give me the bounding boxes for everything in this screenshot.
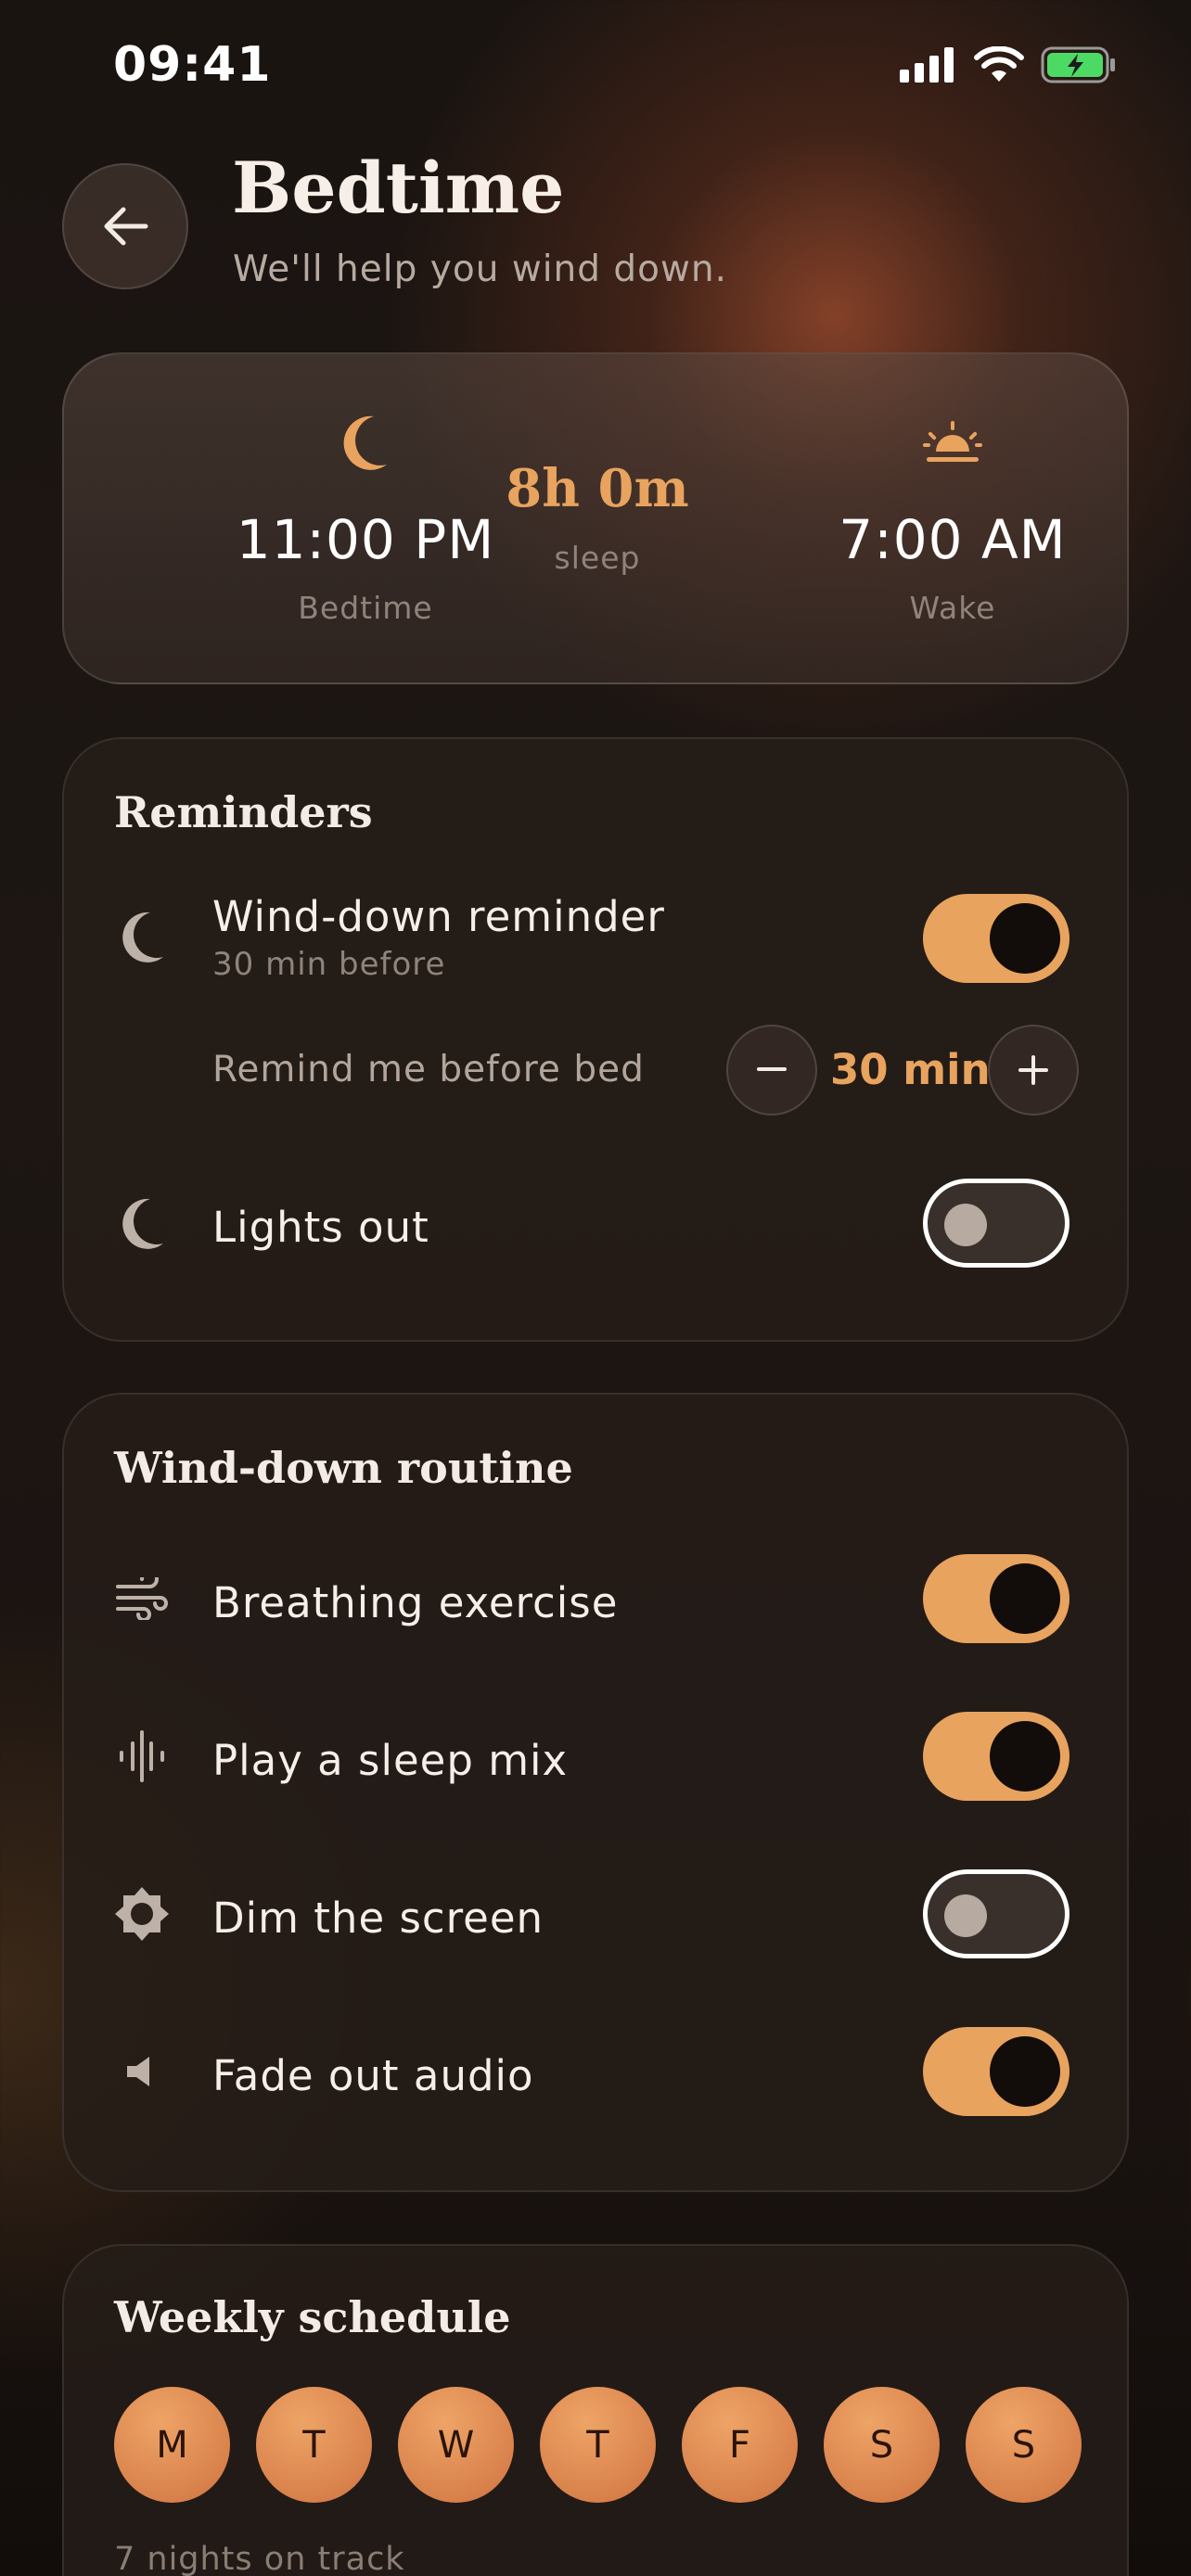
breathing-exercise-toggle[interactable]	[923, 1554, 1069, 1643]
weekly-schedule-card: Weekly schedule M T W T F S S 7 nights o…	[62, 2244, 1129, 2576]
toggle-knob	[990, 903, 1060, 974]
cellular-signal-icon	[900, 47, 954, 83]
toggle-knob	[944, 1894, 987, 1937]
moon-icon	[343, 415, 387, 470]
status-bar: 09:41	[0, 0, 1191, 130]
routine-item-dim-screen: Dim the screen	[64, 1868, 1131, 1960]
day-monday[interactable]: M	[114, 2387, 230, 2503]
back-button[interactable]	[62, 163, 188, 289]
fade-audio-toggle[interactable]	[923, 2027, 1069, 2116]
lights-out-row: Lights out	[64, 1177, 1131, 1269]
day-thursday[interactable]: T	[540, 2387, 656, 2503]
routine-item-label: Fade out audio	[212, 2051, 534, 2100]
status-icons	[900, 46, 1117, 83]
routine-item-fade-audio: Fade out audio	[64, 2025, 1131, 2118]
page-subtitle: We'll help you wind down.	[233, 249, 728, 290]
page-title: Bedtime	[232, 147, 565, 229]
day-saturday[interactable]: S	[824, 2387, 940, 2503]
sleep-mix-toggle[interactable]	[923, 1712, 1069, 1801]
day-sunday[interactable]: S	[966, 2387, 1082, 2503]
wake-summary[interactable]: 7:00 AM Wake	[786, 410, 1120, 626]
plus-icon	[1018, 1055, 1048, 1085]
toggle-knob	[990, 2036, 1060, 2107]
arrow-left-icon	[104, 207, 148, 246]
increase-button[interactable]	[988, 1025, 1079, 1116]
wake-label: Wake	[909, 590, 996, 626]
battery-charging-icon	[1041, 46, 1115, 83]
toggle-knob	[990, 1563, 1060, 1634]
bedtime-label: Bedtime	[298, 590, 433, 626]
toggle-knob	[990, 1721, 1060, 1792]
minus-icon	[757, 1067, 787, 1071]
reminders-card: Reminders Wind-down reminder 30 min befo…	[62, 737, 1129, 1342]
dim-screen-toggle[interactable]	[923, 1869, 1069, 1958]
routine-title: Wind-down routine	[114, 1443, 573, 1493]
reminders-title: Reminders	[114, 787, 373, 837]
brightness-icon	[115, 1887, 169, 1941]
wind-down-reminder-row: Wind-down reminder 30 min before	[64, 892, 1131, 985]
routine-item-label: Play a sleep mix	[212, 1736, 569, 1785]
schedule-note: 7 nights on track	[114, 2541, 405, 2576]
wind-icon	[116, 1577, 168, 1620]
routine-item-label: Breathing exercise	[212, 1578, 619, 1627]
wake-value: 7:00 AM	[839, 508, 1067, 571]
day-wednesday[interactable]: W	[398, 2387, 514, 2503]
sleep-summary-card[interactable]: 11:00 PM Bedtime 8h 0m sleep 7:00 AM Wak…	[62, 352, 1129, 684]
moon-icon	[122, 912, 163, 963]
lights-out-toggle[interactable]	[923, 1179, 1069, 1268]
routine-item-sleep-mix: Play a sleep mix	[64, 1710, 1131, 1803]
sleep-duration: 8h 0m sleep	[467, 458, 727, 576]
sleep-duration-value: 8h 0m	[506, 458, 689, 519]
lights-out-label: Lights out	[212, 1203, 429, 1252]
wind-down-reminder-toggle[interactable]	[923, 894, 1069, 983]
wifi-icon	[974, 46, 1024, 82]
sleep-duration-label: sleep	[554, 540, 641, 576]
wind-down-reminder-label: Wind-down reminder	[212, 892, 665, 941]
sunrise-icon	[923, 421, 982, 462]
schedule-title: Weekly schedule	[114, 2292, 511, 2342]
remind-before-value: 30 min	[830, 1045, 991, 1094]
day-friday[interactable]: F	[682, 2387, 798, 2503]
moon-icon	[122, 1198, 163, 1249]
decrease-button[interactable]	[726, 1025, 817, 1116]
routine-item-label: Dim the screen	[212, 1894, 544, 1943]
routine-item-breathing: Breathing exercise	[64, 1552, 1131, 1645]
remind-before-bed-label: Remind me before bed	[212, 1049, 645, 1090]
soundwave-icon	[120, 1730, 164, 1782]
toggle-knob	[944, 1204, 987, 1246]
status-time: 09:41	[113, 37, 272, 93]
speaker-icon	[127, 2057, 149, 2086]
wind-down-routine-card: Wind-down routine Breathing exercise Pla…	[62, 1393, 1129, 2192]
day-tuesday[interactable]: T	[256, 2387, 372, 2503]
wind-down-reminder-sub: 30 min before	[212, 946, 446, 983]
